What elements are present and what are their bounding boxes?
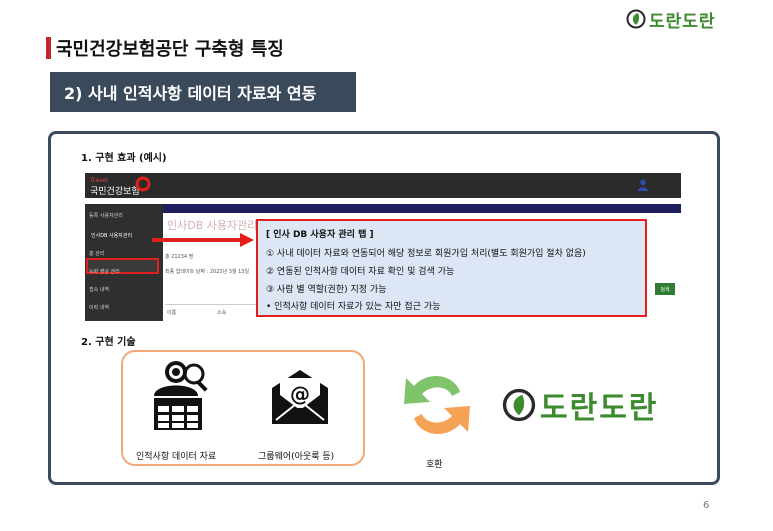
sidebar-item-history[interactable]: 이력 내역 — [89, 304, 109, 311]
sync-arrows-icon — [404, 375, 470, 435]
sidebar-item-registered-users[interactable]: 등록 사용자관리 — [89, 212, 123, 219]
sidebar-item-access-log[interactable]: 접속 내역 — [89, 286, 109, 293]
admin-user-icon[interactable] — [638, 179, 648, 191]
label-compatible: 호환 — [426, 460, 443, 470]
leaf-logo-icon — [502, 388, 536, 422]
admin-logo-mark-icon — [135, 176, 151, 192]
brand-logo-top: 도란도란 — [626, 6, 716, 32]
subsection-heading-tech: 2. 구현 기술 — [81, 337, 136, 348]
brand-logo-center: 도란도란 — [502, 383, 658, 427]
table-col-name[interactable]: 이름 — [167, 309, 176, 316]
page-title: 국민건강보험공단 구축형 특징 — [56, 39, 284, 60]
svg-text:@: @ — [290, 382, 310, 406]
person-database-icon — [154, 361, 208, 430]
brand-name: 도란도란 — [649, 11, 716, 32]
callout-item-3: ③ 사람 별 역할(권한) 지정 가능 — [266, 285, 387, 295]
sidebar-item-video[interactable]: 녹화 영상 관리 — [89, 268, 120, 275]
title-accent-bar — [46, 37, 51, 59]
admin-search-button[interactable]: 검색 — [655, 283, 675, 295]
sidebar-item-hr-db-users[interactable]: 인사DB 사용자관리 — [91, 232, 132, 239]
brand-name-large: 도란도란 — [540, 391, 659, 426]
feature-callout: [ 인사 DB 사용자 관리 탭 ] ① 사내 데이터 자료와 연동되어 해당 … — [256, 219, 647, 317]
admin-sidebar: 등록 사용자관리 인사DB 사용자관리 홈 관리 녹화 영상 관리 접속 내역 … — [85, 204, 163, 321]
admin-topbar — [85, 173, 681, 198]
admin-navy-bar — [163, 204, 681, 213]
leaf-logo-icon — [626, 9, 646, 29]
callout-header: [ 인사 DB 사용자 관리 탭 ] — [266, 230, 374, 240]
label-groupware: 그룹웨어(아웃룩 등) — [258, 452, 335, 462]
section-pill: 2) 사내 인적사항 데이터 자료와 연동 — [50, 72, 356, 112]
page-number: 6 — [703, 500, 710, 511]
callout-item-4: • 인적사항 데이터 자료가 있는 자만 접근 가능 — [266, 302, 441, 312]
admin-logo-text: 국민건강보험 — [90, 187, 140, 197]
red-arrow-icon — [152, 233, 254, 247]
mail-envelope-icon: @ — [272, 370, 328, 424]
admin-main-title: 인사DB 사용자관리 — [167, 219, 258, 232]
callout-item-1: ① 사내 데이터 자료와 연동되어 해당 정보로 회원가입 처리(별도 회원가입… — [266, 249, 586, 259]
admin-update-text: 최종 업데이트 날짜 : 2023년 3월 13일 — [165, 269, 250, 275]
subsection-heading-effect: 1. 구현 효과 (예시) — [81, 153, 167, 164]
sidebar-item-home[interactable]: 홈 관리 — [89, 250, 104, 257]
label-personnel-data: 인적사항 데이터 자료 — [136, 452, 217, 462]
table-col-dept[interactable]: 소속 — [217, 309, 226, 316]
admin-logo-small: Travel — [90, 177, 108, 184]
admin-count-text: 총 21234 명 — [165, 254, 194, 260]
callout-item-2: ② 연동된 인적사항 데이터 자료 확인 및 검색 가능 — [266, 267, 455, 277]
